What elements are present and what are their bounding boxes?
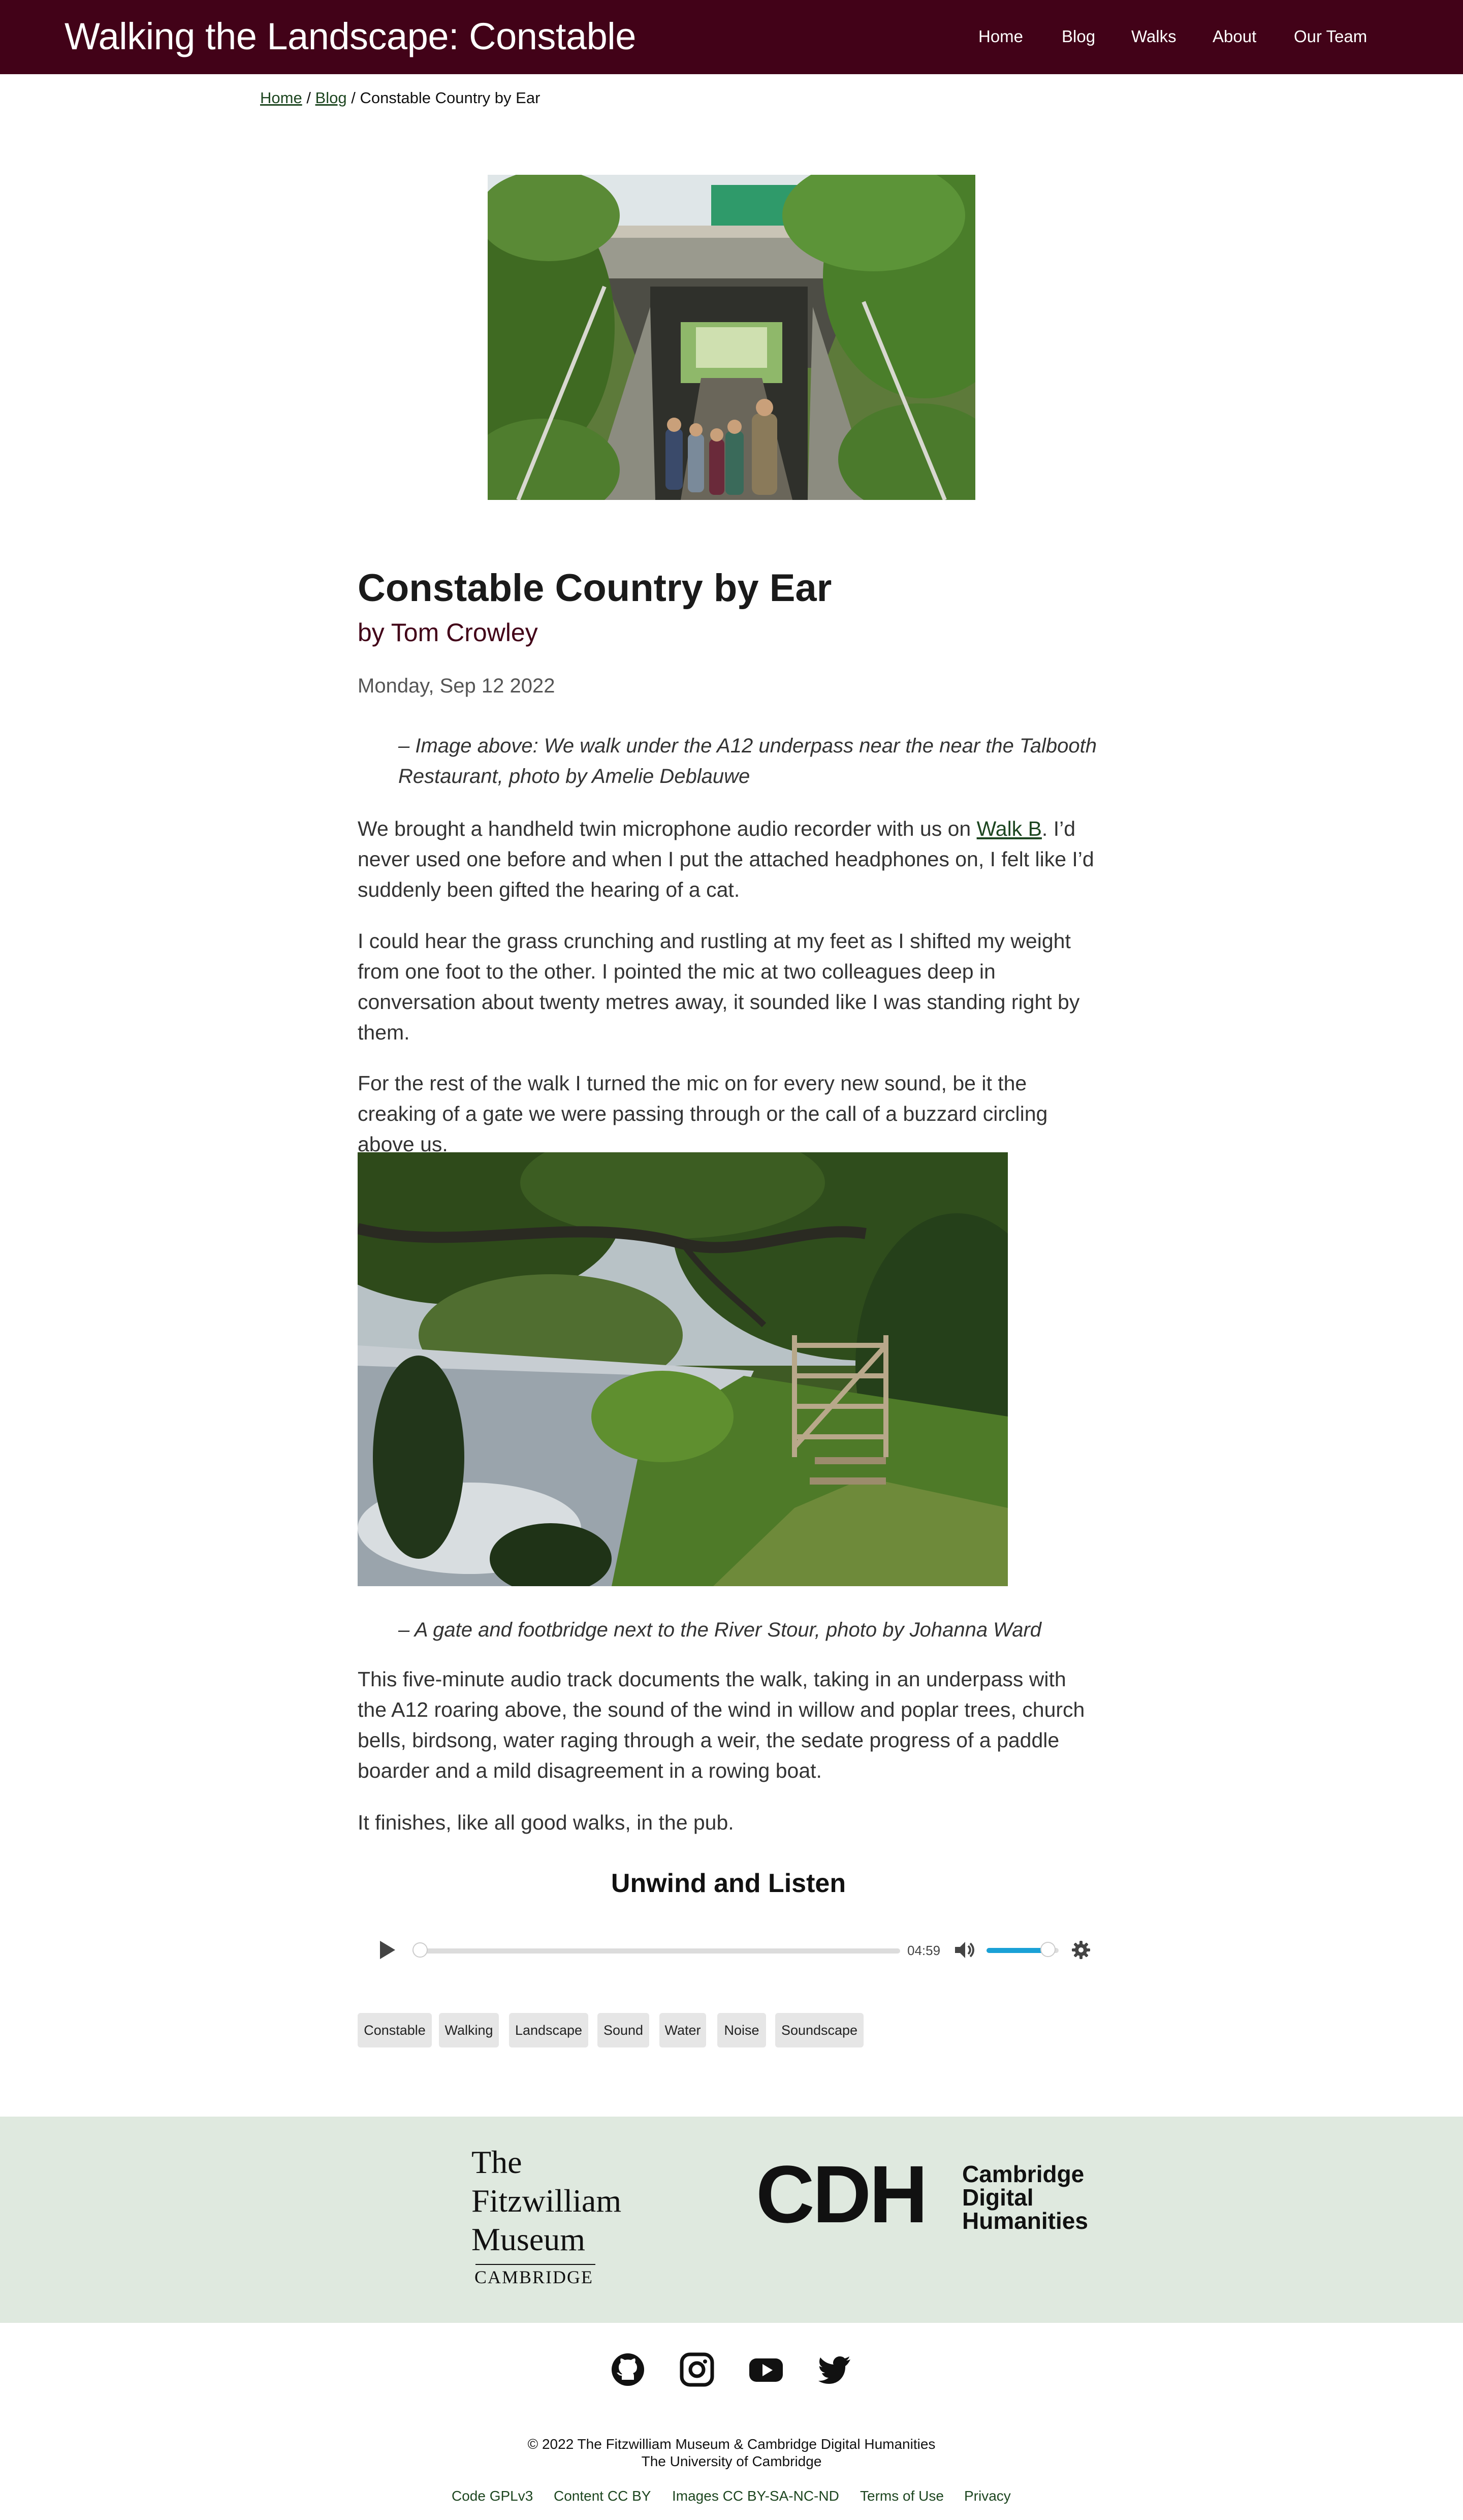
tag-noise[interactable]: Noise (717, 2013, 766, 2048)
tag-walking[interactable]: Walking (439, 2013, 499, 2048)
tag-soundscape[interactable]: Soundscape (775, 2013, 864, 2048)
footer-link-code[interactable]: Code GPLv3 (452, 2486, 533, 2506)
article-date: Monday, Sep 12 2022 (358, 675, 555, 697)
tag-constable[interactable]: Constable (358, 2013, 432, 2048)
instagram-icon[interactable] (679, 2351, 715, 2388)
fitzwilliam-logo[interactable]: The Fitzwilliam Museum CAMBRIDGE (471, 2143, 634, 2288)
footer-link-terms[interactable]: Terms of Use (860, 2486, 944, 2506)
site-header: Walking the Landscape: Constable Home Bl… (0, 0, 1463, 74)
seek-handle[interactable] (412, 1942, 428, 1958)
paragraph-1-text: We brought a handheld twin microphone au… (358, 817, 977, 840)
gate-image (358, 1152, 1008, 1586)
play-icon[interactable] (376, 1939, 398, 1961)
fitzwilliam-subtitle: CAMBRIDGE (474, 2267, 594, 2287)
nav-walks[interactable]: Walks (1131, 26, 1176, 47)
audio-heading: Unwind and Listen (611, 1869, 846, 1898)
footer-link-images[interactable]: Images CC BY-SA-NC-ND (672, 2486, 839, 2506)
paragraph-5: It finishes, like all good walks, in the… (358, 1811, 734, 1834)
volume-slider[interactable] (987, 1942, 1059, 1957)
audio-player: 04:59 (358, 1931, 1099, 1969)
underpass-image (488, 175, 975, 500)
youtube-icon[interactable] (748, 2351, 784, 2388)
gate-photo (358, 1152, 1008, 1586)
footer-link-privacy[interactable]: Privacy (964, 2486, 1011, 2506)
nav-blog[interactable]: Blog (1062, 26, 1095, 47)
tag-landscape[interactable]: Landscape (509, 2013, 588, 2048)
footer-links: Code GPLv3 Content CC BY Images CC BY-SA… (0, 2486, 1463, 2506)
image-caption-underpass: – Image above: We walk under the A12 und… (398, 735, 1097, 788)
fitzwilliam-name-line: Museum (471, 2221, 585, 2257)
article-byline: by Tom Crowley (358, 618, 538, 647)
article-title: Constable Country by Ear (358, 566, 832, 610)
site-title[interactable]: Walking the Landscape: Constable (65, 11, 636, 62)
paragraph-2: I could hear the grass crunching and rus… (358, 929, 1080, 1044)
twitter-icon[interactable] (817, 2351, 853, 2388)
tag-sound[interactable]: Sound (597, 2013, 649, 2048)
paragraph-1: We brought a handheld twin microphone au… (358, 813, 1099, 905)
tag-water[interactable]: Water (659, 2013, 706, 2048)
copyright-line: © 2022 The Fitzwilliam Museum & Cambridg… (527, 2436, 936, 2452)
footer-link-content[interactable]: Content CC BY (554, 2486, 651, 2506)
gear-icon[interactable] (1071, 1940, 1091, 1960)
fitzwilliam-rule (475, 2264, 595, 2265)
volume-icon[interactable] (953, 1940, 975, 1960)
image-caption-gate: – A gate and footbridge next to the Rive… (398, 1619, 1042, 1641)
breadcrumb: Home / Blog / Constable Country by Ear (260, 87, 540, 109)
fitzwilliam-name-line: Fitzwilliam (471, 2183, 622, 2219)
breadcrumb-home[interactable]: Home (260, 89, 302, 107)
paragraph-4: This five-minute audio track documents t… (358, 1667, 1085, 1782)
hero-photo-underpass (488, 175, 975, 500)
breadcrumb-current: Constable Country by Ear (360, 89, 540, 107)
volume-handle[interactable] (1040, 1942, 1056, 1957)
nav-our-team[interactable]: Our Team (1294, 26, 1367, 47)
sponsor-band: The Fitzwilliam Museum CAMBRIDGE CDH Cam… (0, 2117, 1463, 2323)
audio-duration: 04:59 (907, 1943, 941, 1958)
paragraph-3: For the rest of the walk I turned the mi… (358, 1072, 1048, 1156)
fitzwilliam-name-line: The (471, 2144, 522, 2180)
cdh-name-line: Digital (962, 2184, 1034, 2211)
volume-level (987, 1948, 1048, 1953)
cdh-name-line: Cambridge (962, 2161, 1085, 2187)
cdh-logo[interactable]: CDH Cambridge Digital Humanities (756, 2149, 1101, 2240)
breadcrumb-blog[interactable]: Blog (315, 89, 347, 107)
copyright: © 2022 The Fitzwilliam Museum & Cambridg… (0, 2436, 1463, 2470)
seek-track[interactable] (412, 1942, 900, 1958)
github-icon[interactable] (610, 2351, 646, 2388)
walk-b-link[interactable]: Walk B (977, 817, 1042, 840)
cdh-name-line: Humanities (962, 2208, 1088, 2234)
copyright-line: The University of Cambridge (641, 2453, 822, 2469)
nav-about[interactable]: About (1213, 26, 1256, 47)
cdh-mark: CDH (756, 2149, 928, 2240)
breadcrumb-separator: / (346, 89, 360, 107)
nav-home[interactable]: Home (978, 26, 1023, 47)
breadcrumb-separator: / (302, 89, 315, 107)
